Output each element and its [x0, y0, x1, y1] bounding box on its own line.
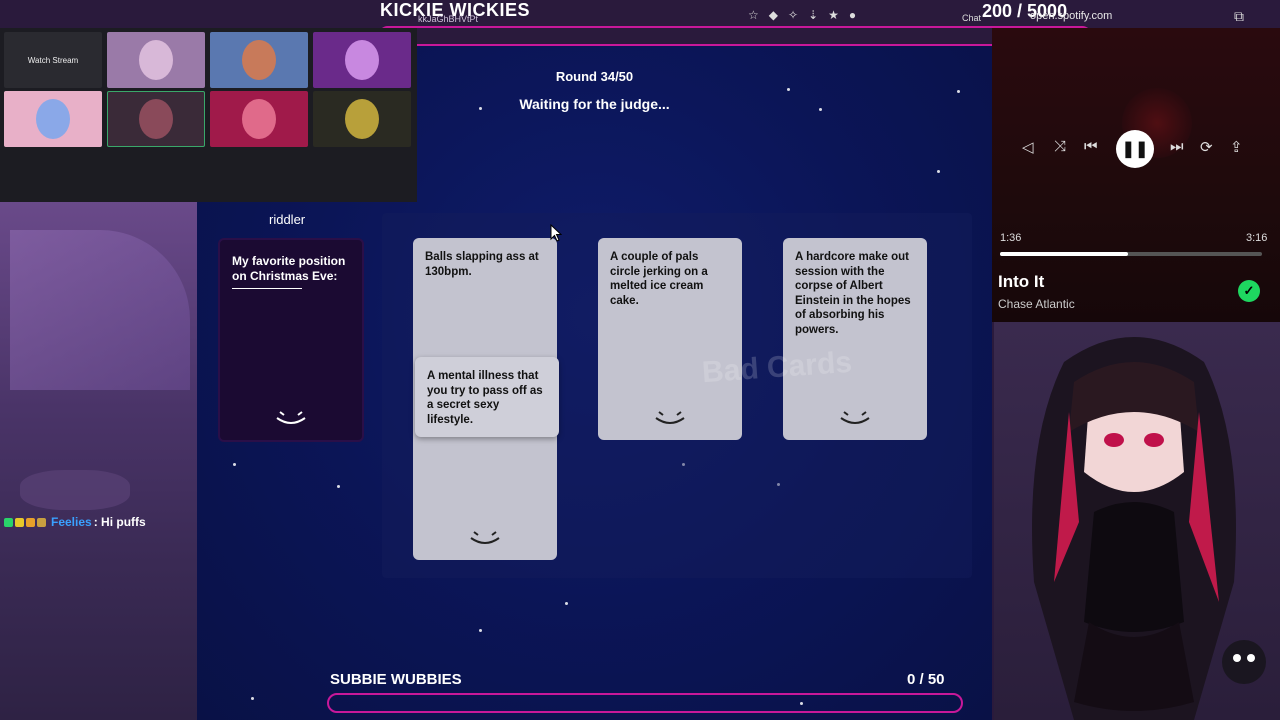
mouse-cursor-icon: [550, 224, 562, 242]
answer-text: A couple of pals circle jerking on a mel…: [610, 251, 708, 307]
puzzle-icon[interactable]: ✧: [788, 8, 798, 22]
next-icon[interactable]: ⏭: [1170, 138, 1184, 155]
answer-card[interactable]: A hardcore make out session with the cor…: [783, 238, 927, 440]
participants-grid: Watch Stream: [0, 28, 417, 202]
track-duration: 3:16: [1246, 232, 1268, 244]
avatar: [345, 40, 379, 80]
track-progress-bar[interactable]: [1000, 252, 1262, 256]
vtuber-illustration: [1032, 337, 1266, 720]
participant-tile-active[interactable]: [107, 91, 205, 147]
chat-tab[interactable]: Chat: [962, 13, 981, 23]
avatar: [242, 99, 276, 139]
pause-button[interactable]: ❚❚: [1116, 130, 1154, 168]
watch-stream-label: Watch Stream: [27, 55, 79, 65]
avatar: [36, 99, 70, 139]
track-progress-fill: [1000, 252, 1129, 256]
elapsed-time: 1:36: [1000, 232, 1022, 244]
badge-icon: [26, 517, 35, 527]
badge-icon: [15, 517, 24, 527]
answer-text: A hardcore make out session with the cor…: [795, 251, 911, 336]
browser-url[interactable]: open.spotify.com: [1030, 10, 1112, 22]
star: [337, 485, 340, 488]
participant-tile[interactable]: [313, 91, 411, 147]
star: [233, 463, 236, 466]
star: [479, 629, 482, 632]
team-score: 0 / 50: [907, 671, 945, 688]
vtuber-avatar: [994, 322, 1280, 720]
crown-icon: [37, 517, 46, 527]
overlay-subtitle: kkJaGhBHVtPt: [418, 14, 479, 24]
team-progress-bar: [327, 693, 963, 713]
chat-text: : Hi puffs: [93, 515, 146, 529]
star-icon[interactable]: ☆: [748, 8, 759, 22]
browser-toolbar: ☆ ◆ ✧ ⇣ ★ ●: [748, 8, 856, 22]
star: [787, 88, 790, 91]
star: [937, 170, 940, 173]
volume-icon[interactable]: ◁: [1022, 138, 1034, 156]
profile-icon[interactable]: ●: [849, 8, 856, 22]
answer-text: Balls slapping ass at 130bpm.: [425, 251, 539, 278]
avatar: [345, 99, 379, 139]
participant-tile[interactable]: [313, 32, 411, 88]
participant-tile[interactable]: [210, 32, 308, 88]
prompt-blank: [232, 288, 302, 289]
download-icon[interactable]: ⇣: [808, 8, 818, 22]
answer-card[interactable]: A couple of pals circle jerking on a mel…: [598, 238, 742, 440]
smile-icon: [470, 531, 500, 544]
prompt-card: My favorite position on Christmas Eve:: [218, 238, 364, 442]
prompt-text: My favorite position on Christmas Eve:: [232, 254, 346, 283]
avatar: [139, 99, 173, 139]
room-table: [20, 470, 130, 510]
watch-stream-tile[interactable]: Watch Stream: [4, 32, 102, 88]
smile-icon: [840, 411, 870, 424]
avatar: [242, 40, 276, 80]
previous-icon[interactable]: ⏮: [1084, 138, 1098, 155]
answer-text: A mental illness that you try to pass of…: [427, 370, 543, 426]
star: [251, 697, 254, 700]
avatar: [139, 40, 173, 80]
track-artist[interactable]: Chase Atlantic: [998, 297, 1075, 311]
extension-icon[interactable]: ◆: [769, 8, 778, 22]
share-icon[interactable]: ⇪: [1230, 138, 1243, 156]
window-icon[interactable]: ⧉: [1234, 8, 1244, 25]
smile-icon: [655, 411, 685, 424]
participant-tile[interactable]: [107, 32, 205, 88]
answer-card-stacked[interactable]: A mental illness that you try to pass of…: [415, 357, 559, 437]
liked-check-icon[interactable]: ✓: [1238, 280, 1260, 302]
bookmark-icon[interactable]: ★: [828, 8, 839, 22]
player-name: riddler: [269, 212, 306, 227]
track-title[interactable]: Into It: [998, 272, 1044, 292]
team-title: SUBBIE WUBBIES: [330, 671, 462, 688]
spotify-widget: ◁ ⤨ ⏮ ❚❚ ⏭ ⟳ ⇪ 1:36 3:16 Into It Chase A…: [992, 28, 1280, 322]
goal-progress-bar: [378, 26, 1092, 46]
star: [565, 602, 568, 605]
star: [957, 90, 960, 93]
shuffle-icon[interactable]: ⤨: [1054, 138, 1066, 155]
participant-tile[interactable]: [210, 91, 308, 147]
chat-message: Feelies : Hi puffs: [4, 515, 146, 529]
smile-icon: [276, 411, 306, 424]
participant-tile[interactable]: [4, 91, 102, 147]
badge-icon: [4, 517, 13, 527]
repeat-icon[interactable]: ⟳: [1200, 138, 1213, 156]
chat-username[interactable]: Feelies: [51, 515, 92, 529]
